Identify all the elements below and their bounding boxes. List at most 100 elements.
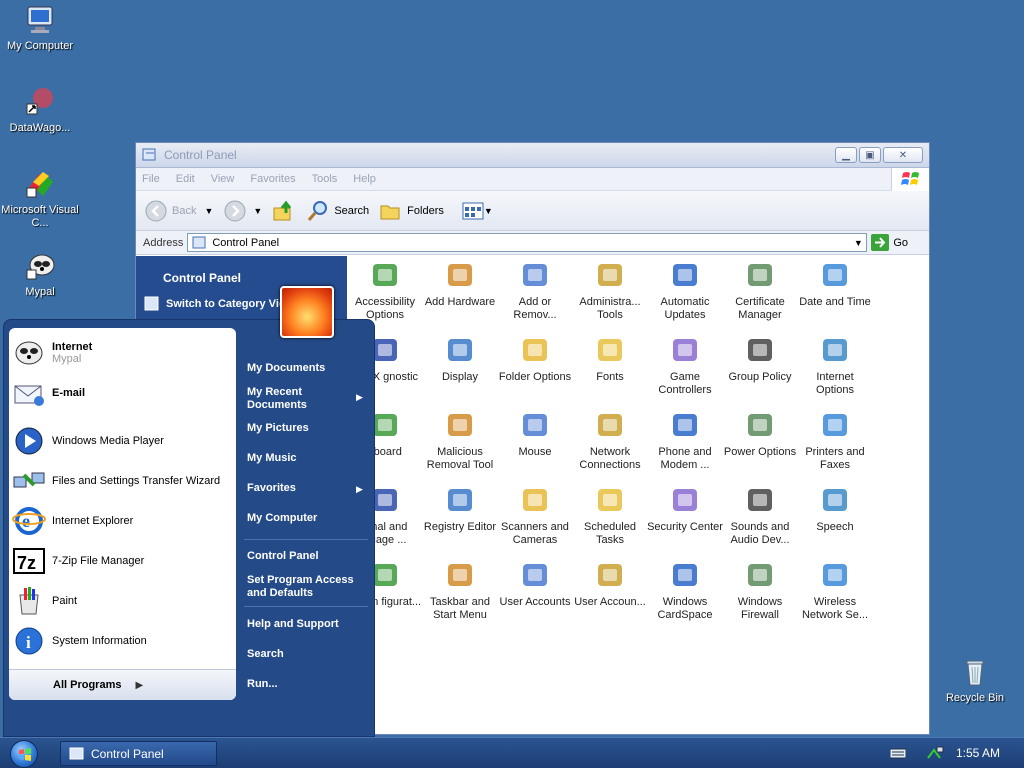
control-panel-item[interactable]: Scheduled Tasks: [572, 484, 648, 547]
control-panel-item[interactable]: Network Connections: [572, 409, 648, 472]
control-panel-item-label: Printers and Faxes: [805, 446, 865, 471]
start-right-set-program-access[interactable]: Set Program Access and Defaults: [247, 574, 367, 600]
control-panel-item[interactable]: Malicious Removal Tool: [422, 409, 498, 472]
start-item-system-information[interactable]: i System Information: [12, 625, 147, 657]
switch-label: Switch to Category Vie: [166, 298, 285, 310]
control-panel-item[interactable]: Printers and Faxes: [797, 409, 873, 472]
minimize-button[interactable]: ▁: [835, 147, 857, 163]
close-button[interactable]: ✕: [883, 147, 923, 163]
control-panel-item[interactable]: Registry Editor: [422, 484, 498, 534]
start-right-my-documents[interactable]: My Documents: [247, 362, 367, 375]
control-panel-item[interactable]: Accessibility Options: [347, 259, 423, 322]
control-panel-item[interactable]: Game Controllers: [647, 334, 723, 397]
control-panel-item[interactable]: Sounds and Audio Dev...: [722, 484, 798, 547]
control-panel-item[interactable]: User Accounts: [497, 559, 573, 609]
menu-edit[interactable]: Edit: [176, 173, 195, 185]
user-avatar[interactable]: [280, 286, 334, 338]
control-panel-item[interactable]: Phone and Modem ...: [647, 409, 723, 472]
control-panel-item[interactable]: Certificate Manager: [722, 259, 798, 322]
control-panel-item[interactable]: Fonts: [572, 334, 648, 384]
keyboard-icon[interactable]: [890, 747, 906, 759]
system-tray: 1:55 AM: [890, 740, 1000, 766]
start-right-my-computer[interactable]: My Computer: [247, 512, 367, 525]
forward-dropdown-icon[interactable]: ▼: [253, 206, 262, 216]
start-right-search[interactable]: Search: [247, 648, 367, 661]
control-panel-item[interactable]: Taskbar and Start Menu: [422, 559, 498, 622]
menu-file[interactable]: File: [142, 173, 160, 185]
menu-favorites[interactable]: Favorites: [250, 173, 295, 185]
search-button[interactable]: Search: [306, 199, 369, 223]
back-dropdown-icon[interactable]: ▼: [204, 206, 213, 216]
control-panel-item[interactable]: Automatic Updates: [647, 259, 723, 322]
desktop-icon-recycle-bin[interactable]: Recycle Bin: [935, 656, 1015, 705]
start-right-favorites[interactable]: Favorites: [247, 482, 367, 495]
start-item-paint[interactable]: Paint: [12, 585, 77, 617]
forward-button[interactable]: ▼: [223, 199, 262, 223]
folders-icon: [380, 205, 400, 219]
start-item-internet[interactable]: Internet Mypal: [12, 337, 92, 369]
maximize-button[interactable]: ▣: [859, 147, 881, 163]
control-panel-item-icon: [748, 489, 772, 511]
control-panel-item[interactable]: Add Hardware: [422, 259, 498, 309]
taskbar-button-control-panel[interactable]: Control Panel: [60, 741, 217, 766]
control-panel-item-icon: [673, 414, 697, 436]
control-panel-item-icon: [748, 264, 772, 286]
start-right-help-and-support[interactable]: Help and Support: [247, 618, 367, 631]
up-button[interactable]: [272, 199, 296, 223]
start-right-my-pictures[interactable]: My Pictures: [247, 422, 367, 435]
start-item-files-settings-transfer[interactable]: Files and Settings Transfer Wizard: [12, 465, 220, 497]
control-panel-item[interactable]: Speech: [797, 484, 873, 534]
start-right-control-panel[interactable]: Control Panel: [247, 550, 367, 563]
control-panel-item[interactable]: Display: [422, 334, 498, 384]
control-panel-item[interactable]: Folder Options: [497, 334, 573, 384]
control-panel-item-icon: [598, 489, 622, 511]
menu-tools[interactable]: Tools: [312, 173, 338, 185]
start-item-windows-media-player[interactable]: Windows Media Player: [12, 425, 164, 457]
folders-button[interactable]: Folders: [379, 199, 444, 223]
start-right-run[interactable]: Run...: [247, 678, 367, 691]
back-button[interactable]: Back ▼: [144, 199, 213, 223]
control-panel-item-icon: [748, 414, 772, 436]
address-input[interactable]: Control Panel ▼: [187, 233, 868, 252]
control-panel-item[interactable]: Mouse: [497, 409, 573, 459]
desktop-icon-mypal[interactable]: Mypal: [0, 250, 80, 299]
control-panel-item[interactable]: Scanners and Cameras: [497, 484, 573, 547]
control-panel-item[interactable]: Windows CardSpace: [647, 559, 723, 622]
network-icon[interactable]: [926, 745, 944, 761]
control-panel-item[interactable]: Date and Time: [797, 259, 873, 309]
address-dropdown-icon[interactable]: ▼: [850, 238, 866, 248]
desktop-icon-datawago[interactable]: DataWago...: [0, 86, 80, 135]
desktop-icon-label: DataWago...: [9, 122, 71, 134]
start-item-internet-explorer[interactable]: e Internet Explorer: [12, 505, 133, 537]
views-button[interactable]: ▼: [462, 201, 493, 221]
control-panel-item[interactable]: Wireless Network Se...: [797, 559, 873, 622]
start-right-my-music[interactable]: My Music: [247, 452, 367, 465]
control-panel-item[interactable]: Security Center: [647, 484, 723, 534]
control-panel-item-icon: [598, 414, 622, 436]
switch-to-category-view-link[interactable]: Switch to Category Vie: [144, 296, 285, 312]
control-panel-item[interactable]: Power Options: [722, 409, 798, 459]
submenu-arrow-icon: ▶: [356, 484, 363, 494]
start-button[interactable]: [10, 740, 38, 768]
my-pictures-label: My Pictures: [247, 422, 309, 434]
control-panel-item-label: Wireless Network Se...: [801, 596, 869, 621]
menu-help[interactable]: Help: [353, 173, 376, 185]
control-panel-item-label: Automatic Updates: [660, 296, 710, 321]
go-button[interactable]: Go: [871, 234, 908, 251]
menu-view[interactable]: View: [211, 173, 235, 185]
control-panel-item[interactable]: User Accoun...: [572, 559, 648, 609]
control-panel-item-icon: [823, 264, 847, 286]
title-bar[interactable]: Control Panel ▁ ▣ ✕: [136, 143, 929, 168]
all-programs-button[interactable]: All Programs ▶: [9, 669, 236, 700]
start-right-my-recent-documents[interactable]: My Recent Documents: [247, 386, 319, 412]
control-panel-item[interactable]: Internet Options: [797, 334, 873, 397]
start-item-email[interactable]: E-mail: [12, 377, 85, 409]
control-panel-item[interactable]: Windows Firewall: [722, 559, 798, 622]
control-panel-item[interactable]: Administra... Tools: [572, 259, 648, 322]
start-item-7zip[interactable]: 7z 7-Zip File Manager: [12, 545, 144, 577]
control-panel-item[interactable]: Add or Remov...: [497, 259, 573, 322]
desktop-icon-visual-c[interactable]: Microsoft Visual C...: [0, 168, 80, 230]
arrow-right-icon: ▶: [135, 679, 144, 691]
desktop-icon-my-computer[interactable]: My Computer: [0, 4, 80, 53]
control-panel-item[interactable]: Group Policy: [722, 334, 798, 384]
